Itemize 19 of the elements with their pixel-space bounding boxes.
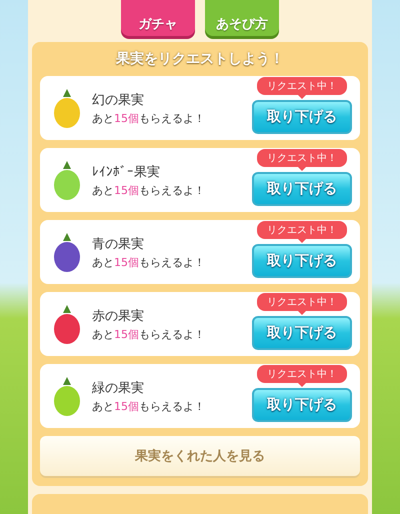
withdraw-button[interactable]: 取り下げる	[252, 388, 352, 422]
remaining-text: あと 15個 もらえるよ！	[92, 110, 206, 126]
fruit-name: ﾚｲﾝﾎﾞｰ果実	[92, 164, 161, 180]
panel-title: 果実をリクエストしよう！	[114, 50, 285, 68]
menu-button[interactable]: あそび方	[205, 0, 279, 36]
withdraw-button[interactable]: 取り下げる	[252, 100, 352, 134]
withdraw-button[interactable]: 取り下げる	[252, 316, 352, 350]
withdraw-button[interactable]: 取り下げる	[252, 172, 352, 206]
withdraw-button[interactable]: 取り下げる	[252, 244, 352, 278]
fruit-name: 赤の果実	[92, 308, 145, 324]
view-givers-button[interactable]: 果実をくれた人を見る	[40, 436, 360, 476]
remaining-text: あと 15個 もらえるよ！	[92, 398, 206, 414]
remaining-text: あと 15個 もらえるよ！	[92, 254, 206, 270]
fruit-name: 青の果実	[92, 236, 145, 252]
remaining-text: あと 15個 もらえるよ！	[92, 182, 206, 198]
menu-button[interactable]: ガチャ	[121, 0, 195, 36]
fruit-name: 緑の果実	[92, 380, 145, 396]
fruit-name: 幻の果実	[92, 92, 145, 108]
remaining-text: あと 15個 もらえるよ！	[92, 326, 206, 342]
